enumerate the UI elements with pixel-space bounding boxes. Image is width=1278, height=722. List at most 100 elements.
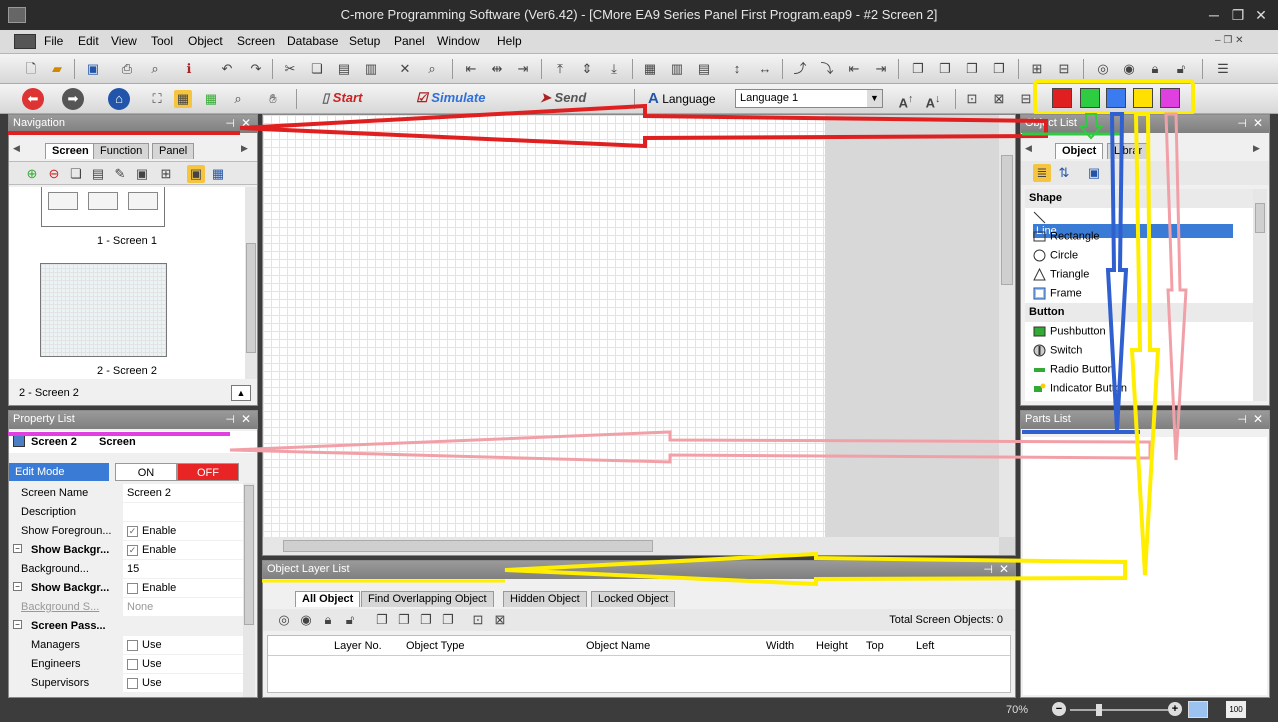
tab-scroll-right-icon[interactable]: ▶: [1253, 143, 1260, 154]
color-swatch-yellow[interactable]: [1133, 88, 1153, 108]
pan-hand-icon[interactable]: ✋︎: [264, 90, 282, 108]
object-item-switch[interactable]: Switch: [1029, 341, 1249, 360]
menu-help[interactable]: Help: [497, 34, 522, 48]
object-item-triangle[interactable]: Triangle: [1029, 265, 1249, 284]
col-height[interactable]: Height: [816, 640, 848, 652]
menu-file[interactable]: File: [44, 34, 63, 48]
snap-grid-icon[interactable]: ▦: [202, 90, 220, 108]
move-left-icon[interactable]: ⇤: [845, 60, 863, 78]
object-item-circle[interactable]: Circle: [1029, 246, 1249, 265]
tab-scroll-right-icon[interactable]: ▶: [241, 143, 248, 154]
tab-panel[interactable]: Panel: [152, 143, 195, 159]
same-width-icon[interactable]: ↔: [756, 60, 774, 78]
tab-locked-object[interactable]: Locked Object: [591, 591, 676, 607]
find-icon[interactable]: ⌕: [423, 60, 441, 78]
move-icon[interactable]: ⊠: [491, 611, 509, 629]
property-value[interactable]: Enable: [123, 579, 247, 597]
property-row[interactable]: Supervisors Use: [19, 674, 247, 693]
edit-mode-on-button[interactable]: ON: [115, 463, 177, 481]
property-value[interactable]: [123, 617, 247, 635]
collapse-icon[interactable]: −: [13, 582, 22, 591]
project-info-icon[interactable]: ℹ: [180, 60, 198, 78]
object-select-icon[interactable]: ⊡: [963, 90, 981, 108]
property-row[interactable]: Show Foregroun... ✓ Enable: [19, 522, 247, 541]
property-row[interactable]: Show Backgr... Enable −: [13, 579, 247, 598]
property-value[interactable]: ✓ Enable: [123, 541, 247, 559]
object-item-line[interactable]: Line: [1029, 208, 1249, 238]
object-move-icon[interactable]: ⊠: [990, 90, 1008, 108]
property-row[interactable]: Screen Name Screen 2: [19, 484, 247, 503]
tab-all-object[interactable]: All Object: [295, 591, 361, 607]
screen-2-thumbnail[interactable]: [40, 263, 167, 357]
simulate-button[interactable]: ☑ Simulate: [416, 90, 485, 106]
add-screen-icon[interactable]: ⊕: [23, 165, 41, 183]
tab-scroll-left-icon[interactable]: ◀: [13, 143, 20, 154]
object-item-radio-button[interactable]: Radio Button: [1029, 360, 1249, 379]
property-row[interactable]: Engineers Use: [19, 655, 247, 674]
new-file-icon[interactable]: 🗋: [22, 60, 40, 78]
font-increase-icon[interactable]: A↑: [897, 90, 915, 110]
pin-icon[interactable]: ⊣: [225, 413, 235, 426]
forward-icon[interactable]: ➡: [62, 88, 84, 110]
object-item-pushbutton[interactable]: Pushbutton: [1029, 322, 1249, 341]
layer-back-icon[interactable]: ❐: [990, 60, 1008, 78]
delete-screen-icon[interactable]: ⊖: [45, 165, 63, 183]
checkbox[interactable]: ✓: [127, 525, 138, 537]
tab-library[interactable]: Librar: [1107, 143, 1150, 159]
object-group-header[interactable]: Shape: [1025, 189, 1253, 208]
tab-function[interactable]: Function: [93, 143, 150, 159]
property-row[interactable]: Screen Pass...−−: [13, 617, 247, 636]
fit-to-window-icon[interactable]: [1188, 701, 1208, 718]
pin-icon[interactable]: ⊣: [225, 117, 235, 130]
menu-view[interactable]: View: [111, 34, 137, 48]
unlock-icon[interactable]: 🔓︎: [341, 611, 359, 629]
tab-screen[interactable]: Screen: [45, 143, 96, 159]
tab-hidden-object[interactable]: Hidden Object: [503, 591, 587, 607]
collapse-icon[interactable]: −: [13, 620, 22, 629]
property-value[interactable]: Use: [123, 655, 247, 673]
checkbox[interactable]: [127, 582, 138, 594]
eye-icon[interactable]: ◉: [297, 611, 315, 629]
menu-tool[interactable]: Tool: [151, 34, 173, 48]
col-top[interactable]: Top: [866, 640, 884, 652]
sort-az-icon[interactable]: ⇅: [1055, 164, 1073, 182]
collapse-up-icon[interactable]: ▲: [231, 385, 251, 401]
actual-size-icon[interactable]: 100: [1226, 701, 1246, 718]
list-view-icon[interactable]: ▦: [209, 165, 227, 183]
object-view-icon[interactable]: ▣: [1085, 164, 1103, 182]
save-icon[interactable]: ▣: [84, 60, 102, 78]
paste-icon[interactable]: ▤: [335, 60, 353, 78]
canvas-horizontal-scrollbar[interactable]: [263, 537, 999, 555]
col-width[interactable]: Width: [766, 640, 794, 652]
close-icon[interactable]: ✕: [1252, 6, 1270, 24]
visibility-icon[interactable]: ◎: [275, 611, 293, 629]
move-right-icon[interactable]: ⇥: [872, 60, 890, 78]
eye-icon[interactable]: ◉: [1120, 60, 1138, 78]
layer-top-icon[interactable]: ❐: [417, 611, 435, 629]
start-button[interactable]: ▯ Start: [322, 90, 362, 106]
pin-icon[interactable]: ⊣: [1237, 117, 1247, 130]
checkbox[interactable]: [127, 658, 138, 670]
align-center-h-icon[interactable]: ⇹: [488, 60, 506, 78]
copy-icon[interactable]: ❏: [308, 60, 326, 78]
property-row[interactable]: Managers Use: [19, 636, 247, 655]
layer-forward-icon[interactable]: ❐: [936, 60, 954, 78]
send-button[interactable]: ➤ Send: [540, 90, 586, 106]
layer-up-icon[interactable]: ❐: [373, 611, 391, 629]
property-value[interactable]: None: [123, 598, 247, 616]
menu-screen[interactable]: Screen: [237, 34, 275, 48]
menu-panel[interactable]: Panel: [394, 34, 425, 48]
grid-tile-3-icon[interactable]: ▤: [695, 60, 713, 78]
zoom-out-icon[interactable]: −: [1052, 702, 1066, 716]
col-left[interactable]: Left: [916, 640, 934, 652]
edit-mode-off-button[interactable]: OFF: [177, 463, 239, 481]
toolbar-options-icon[interactable]: ☰: [1214, 60, 1232, 78]
object-item-rectangle[interactable]: Rectangle: [1029, 227, 1249, 246]
property-value[interactable]: [123, 503, 247, 521]
align-right-icon[interactable]: ⇥: [514, 60, 532, 78]
align-bottom-icon[interactable]: ⤓: [605, 60, 623, 78]
lock-icon[interactable]: 🔒︎: [319, 611, 337, 629]
property-row[interactable]: Description: [19, 503, 247, 522]
collapse-icon[interactable]: −: [13, 544, 22, 553]
menu-object[interactable]: Object: [188, 34, 223, 48]
